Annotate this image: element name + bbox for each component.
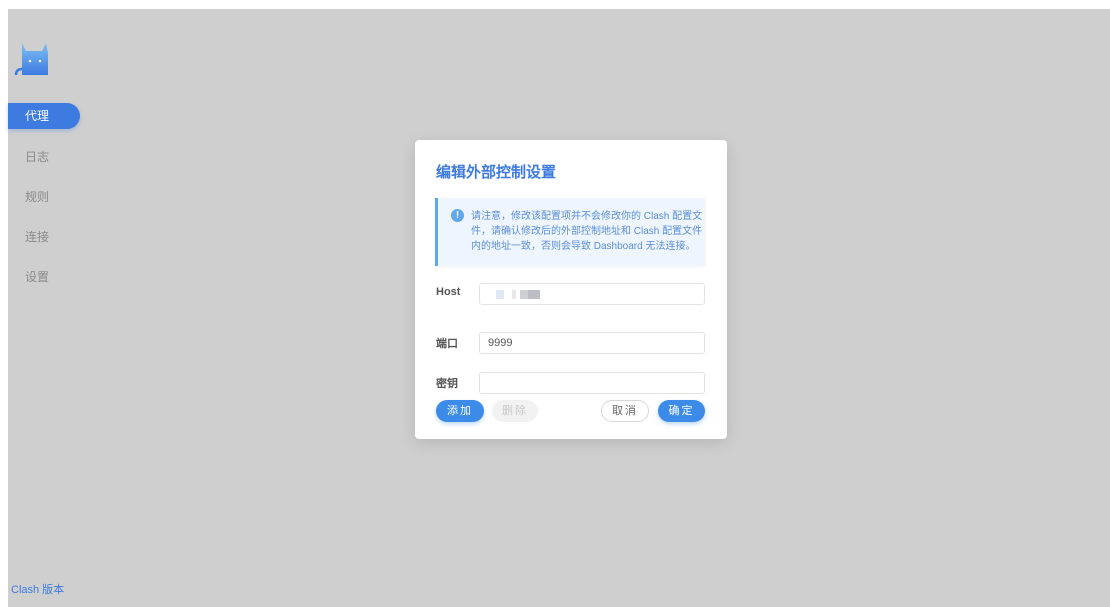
alert-text: 请注意，修改该配置项并不会修改你的 Clash 配置文件，请确认修改后的外部控制… [471,211,703,252]
warning-alert: ! 请注意，修改该配置项并不会修改你的 Clash 配置文件，请确认修改后的外部… [435,198,705,266]
add-button[interactable]: 添加 [436,400,484,422]
redacted-block [520,290,528,299]
sidebar-item-settings[interactable]: 设置 [8,264,49,290]
port-input[interactable]: 9999 [479,332,705,354]
port-label: 端口 [436,338,458,350]
redacted-block [528,290,540,299]
sidebar-item-rules[interactable]: 规则 [8,184,49,210]
secret-row: 密钥 [436,372,706,394]
dialog-title: 编辑外部控制设置 [436,164,557,181]
port-row: 端口 9999 [436,332,706,354]
host-input[interactable] [479,283,705,305]
cat-logo-icon [14,43,48,76]
secret-input[interactable] [479,372,705,394]
info-icon: ! [451,209,464,222]
delete-button[interactable]: 删除 [492,400,538,422]
sidebar-item-logs[interactable]: 日志 [8,144,49,170]
app-window: 代理 日志 规则 连接 设置 Clash 版本 编辑外部控制设置 ! 请注意，修… [8,9,1110,607]
redacted-block [512,290,516,299]
redacted-block [496,290,504,299]
confirm-button[interactable]: 确定 [658,400,705,422]
sidebar-item-connections[interactable]: 连接 [8,224,49,250]
cancel-button[interactable]: 取消 [601,400,649,422]
external-control-dialog: 编辑外部控制设置 ! 请注意，修改该配置项并不会修改你的 Clash 配置文件，… [415,140,727,439]
sidebar-item-proxy[interactable]: 代理 [8,103,80,129]
clash-version-link[interactable]: Clash 版本 [11,581,64,597]
host-label: Host [436,286,461,298]
secret-label: 密钥 [436,378,458,390]
sidebar: 代理 日志 规则 连接 设置 Clash 版本 [8,9,108,607]
host-row: Host [436,283,706,305]
